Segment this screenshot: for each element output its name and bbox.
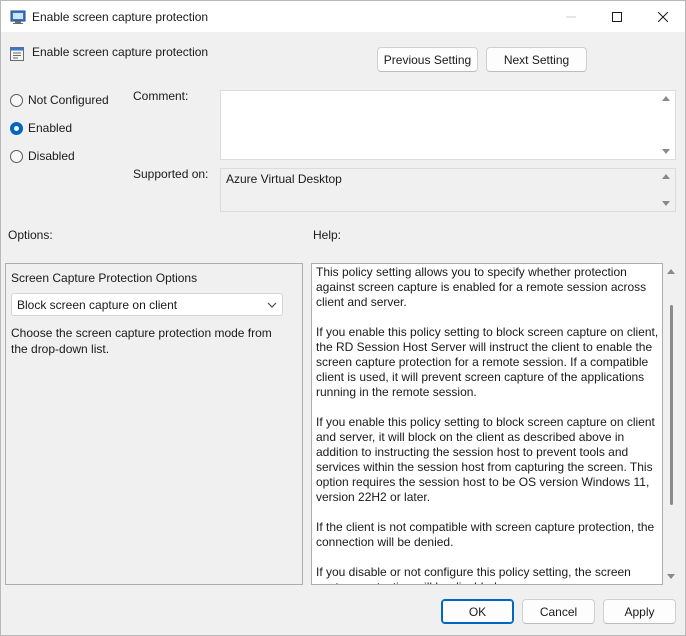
radio-button-checked[interactable] [10, 121, 23, 135]
title-bar: Enable screen capture protection [1, 1, 685, 32]
help-text: This policy setting allows you to specif… [316, 265, 662, 584]
radio-button-unchecked[interactable] [10, 93, 23, 107]
protection-mode-dropdown[interactable]: Block screen capture on client [11, 293, 283, 316]
comment-label: Comment: [133, 89, 189, 103]
scroll-up-icon[interactable] [662, 96, 670, 101]
radio-label: Disabled [28, 149, 75, 163]
previous-setting-button[interactable]: Previous Setting [377, 47, 478, 72]
options-title: Screen Capture Protection Options [11, 271, 198, 285]
help-scrollbar[interactable] [663, 263, 680, 585]
scroll-up-icon[interactable] [662, 174, 670, 179]
scroll-down-icon[interactable] [667, 574, 675, 579]
chevron-down-icon [267, 302, 277, 308]
help-panel: This policy setting allows you to specif… [311, 263, 663, 585]
close-icon [658, 11, 668, 22]
options-description: Choose the screen capture protection mod… [11, 326, 272, 356]
supported-on-field: Azure Virtual Desktop [220, 168, 676, 212]
maximize-icon [612, 11, 622, 22]
cancel-button[interactable]: Cancel [522, 599, 595, 624]
dropdown-selected-value: Block screen capture on client [17, 298, 178, 312]
minimize-icon [566, 16, 576, 17]
help-paragraph: If the client is not compatible with scr… [316, 520, 655, 549]
help-paragraph: If you disable or not configure this pol… [316, 565, 631, 584]
minimize-button [548, 1, 594, 32]
radio-button-unchecked[interactable] [10, 149, 23, 163]
next-setting-button[interactable]: Next Setting [486, 47, 587, 72]
radio-not-configured[interactable]: Not Configured [10, 92, 109, 108]
supported-on-value: Azure Virtual Desktop [226, 172, 342, 186]
comment-textarea[interactable] [220, 90, 676, 160]
scroll-thumb[interactable] [670, 305, 673, 505]
maximize-button[interactable] [594, 1, 640, 32]
policy-dialog: Enable screen capture protection Enable … [0, 0, 686, 636]
scroll-down-icon[interactable] [662, 201, 670, 206]
supported-scrollbar[interactable] [658, 169, 675, 211]
window-title: Enable screen capture protection [32, 10, 209, 24]
setting-title: Enable screen capture protection [32, 45, 209, 59]
help-paragraph: If you enable this policy setting to blo… [316, 415, 655, 504]
setting-page-icon [10, 47, 24, 61]
radio-label: Not Configured [28, 93, 109, 107]
scroll-down-icon[interactable] [662, 149, 670, 154]
help-label: Help: [313, 228, 342, 242]
radio-label: Enabled [28, 121, 73, 135]
radio-disabled[interactable]: Disabled [10, 148, 75, 164]
ok-button[interactable]: OK [441, 599, 514, 624]
help-paragraph: This policy setting allows you to specif… [316, 265, 647, 309]
apply-button[interactable]: Apply [603, 599, 676, 624]
options-panel: Screen Capture Protection Options Block … [5, 263, 303, 585]
supported-on-label: Supported on: [133, 167, 209, 181]
radio-enabled[interactable]: Enabled [10, 120, 72, 136]
options-label: Options: [8, 228, 53, 242]
policy-setting-icon [10, 10, 26, 24]
close-button[interactable] [640, 1, 686, 32]
comment-scrollbar[interactable] [658, 91, 675, 159]
help-paragraph: If you enable this policy setting to blo… [316, 325, 659, 399]
scroll-up-icon[interactable] [667, 269, 675, 274]
